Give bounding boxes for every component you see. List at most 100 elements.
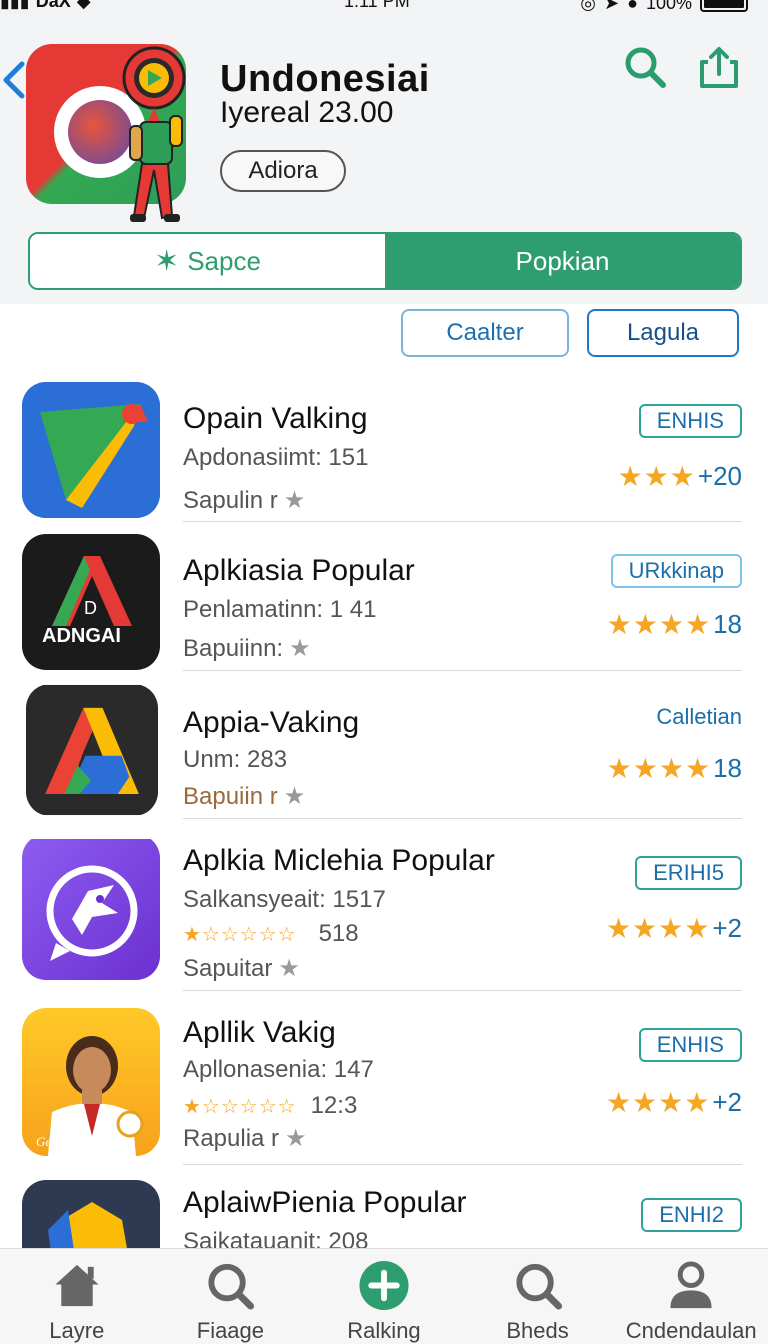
divider: [183, 670, 742, 671]
app-category-label: Rapulia r: [183, 1125, 280, 1152]
app-category: Bapuiin r ★: [183, 782, 305, 811]
page-title: Undonesiai: [220, 58, 430, 100]
app-small-rating: ★☆☆☆☆☆ 12:3: [183, 1092, 357, 1120]
app-category: Bapuiinn: ★: [183, 634, 311, 663]
status-right: ◎ ➤ ● 100%: [580, 0, 748, 12]
tab-label: Ralking: [347, 1318, 421, 1343]
app-category: Sapulin r ★: [183, 486, 305, 515]
page-subtitle: Iyereal 23.00: [220, 96, 394, 129]
sparkle-icon: ✶: [154, 244, 180, 278]
app-meta: Apllonasenia: 147: [183, 1056, 374, 1083]
app-category-label: Sapuitar: [183, 955, 273, 982]
back-chevron-icon[interactable]: [0, 60, 28, 100]
app-rating: ★★★★ +2: [606, 1086, 742, 1119]
tab-bheds[interactable]: Bheds: [461, 1249, 615, 1344]
signal-area: ▮▮▮ DaX ◆: [0, 0, 91, 11]
app-icon-aplaiw: [22, 1180, 160, 1248]
app-icon-appia: [26, 684, 158, 816]
rating-count: 18: [713, 609, 742, 639]
status-badge: ENHIS: [638, 1028, 742, 1062]
list-item[interactable]: Opain Valking Apdonasiimt: 151 Sapulin r…: [0, 382, 768, 522]
category-chip[interactable]: Adiora: [220, 150, 346, 192]
app-meta: Unm: 283: [183, 746, 288, 773]
rating-count: +2: [712, 913, 742, 943]
rating-count: 18: [713, 753, 742, 783]
segmented-control: ✶ Sapce Popkian: [28, 232, 742, 290]
app-meta: Saikatauanit: 208: [183, 1228, 369, 1248]
app-rating: ★★★★ +2: [606, 912, 742, 945]
tab-label: Bheds: [506, 1318, 569, 1343]
person-icon: [670, 1261, 712, 1309]
app-category-label: Sapulin r: [183, 487, 278, 514]
status-bar: ▮▮▮ DaX ◆ 1:11 PM ◎ ➤ ● 100%: [0, 0, 768, 14]
filter-button-caalter[interactable]: Caalter: [401, 309, 569, 357]
app-rating: ★★★★ 18: [607, 608, 742, 641]
segment-right[interactable]: Popkian: [385, 234, 740, 288]
small-rating-count: 12:3: [310, 1092, 358, 1119]
divider: [183, 818, 742, 819]
icon-caption: Geopots Rekiin: [36, 1134, 116, 1149]
app-icon-opain: [22, 382, 160, 518]
list-item[interactable]: Aplkia Miclehia Popular Salkansyeait: 15…: [0, 834, 768, 984]
rating-stars: ★★★: [617, 461, 696, 492]
app-rating: ★★★ +20: [618, 460, 742, 493]
divider: [183, 1164, 742, 1165]
tab-cndendaulan[interactable]: Cndendaulan: [614, 1249, 768, 1344]
app-icon-miclehia: [22, 839, 160, 980]
rating-count: +20: [697, 461, 742, 491]
location-icon: ➤: [603, 0, 620, 13]
rating-stars: ★★★★: [605, 913, 711, 944]
moon-icon: ●: [627, 0, 638, 13]
rating-stars: ★★★★: [605, 1087, 711, 1118]
alarm-icon: ◎: [580, 0, 596, 13]
signal-icon: ▮▮▮: [0, 0, 30, 11]
app-category-label: Bapuiin r: [183, 783, 278, 810]
app-name: Aplkiasia Popular: [183, 554, 415, 587]
app-meta: Salkansyeait: 1517: [183, 886, 386, 913]
small-rating-stars: ★☆☆☆☆☆: [183, 1095, 297, 1118]
small-rating-count: 518: [318, 920, 359, 947]
mascot-illustration: [122, 46, 186, 222]
status-badge: ENHIS: [638, 404, 742, 438]
list-item[interactable]: AplaiwPienia Popular Saikatauanit: 208 E…: [0, 1180, 768, 1248]
divider: [183, 521, 742, 522]
rating-count: +2: [712, 1087, 742, 1117]
list-item[interactable]: Appia-Vaking Unm: 283 Bapuiin r ★ Calleti…: [0, 684, 768, 820]
app-list: Opain Valking Apdonasiimt: 151 Sapulin r…: [0, 372, 768, 1248]
filter-button-lagula[interactable]: Lagula: [587, 309, 739, 357]
star-icon: ★: [285, 1125, 307, 1152]
app-meta: Penlamatinn: 1 41: [183, 596, 377, 623]
battery-percent: 100%: [645, 0, 692, 13]
app-category: Sapuitar ★: [183, 954, 300, 983]
rating-stars: ★★★★: [606, 753, 712, 784]
app-name: Appia-Vaking: [183, 706, 360, 739]
share-icon[interactable]: [696, 44, 742, 90]
list-item[interactable]: D ADNGAI Aplkiasia Popular Penlamatinn: …: [0, 534, 768, 672]
carrier-label: DaX: [35, 0, 71, 11]
app-name: AplaiwPienia Popular: [183, 1186, 467, 1219]
segment-left[interactable]: ✶ Sapce: [30, 234, 385, 288]
star-icon: ★: [283, 487, 306, 514]
tab-fiaage[interactable]: Fiaage: [154, 1249, 308, 1344]
segment-left-label: Sapce: [187, 245, 261, 276]
search-icon[interactable]: [622, 44, 668, 90]
tab-label: Cndendaulan: [625, 1318, 757, 1343]
tab-ralking[interactable]: Ralking: [307, 1249, 461, 1344]
star-icon: ★: [289, 635, 311, 662]
search-icon: [208, 1263, 255, 1310]
rating-stars: ★★★★: [606, 609, 712, 640]
list-item[interactable]: Geopots Rekiin Apllik Vakig Apllonasenia…: [0, 1008, 768, 1158]
app-name: Opain Valking: [183, 402, 368, 435]
icon-wordmark: ADNGAI: [42, 625, 121, 647]
status-time: 1:11 PM: [344, 0, 410, 11]
search-icon: [515, 1263, 562, 1310]
status-badge: ERIHI5: [635, 856, 742, 890]
segment-right-label: Popkian: [515, 245, 610, 276]
tab-label: Fiaage: [196, 1318, 265, 1343]
status-badge: Calletian: [656, 704, 742, 729]
bottom-tab-bar: Layre Fiaage Ralking Bheds Cndendaulan: [0, 1248, 768, 1344]
tab-layre[interactable]: Layre: [0, 1249, 154, 1344]
star-icon: ★: [278, 955, 300, 982]
battery-icon: [700, 0, 748, 12]
app-small-rating: ★☆☆☆☆☆ 518: [183, 920, 359, 948]
